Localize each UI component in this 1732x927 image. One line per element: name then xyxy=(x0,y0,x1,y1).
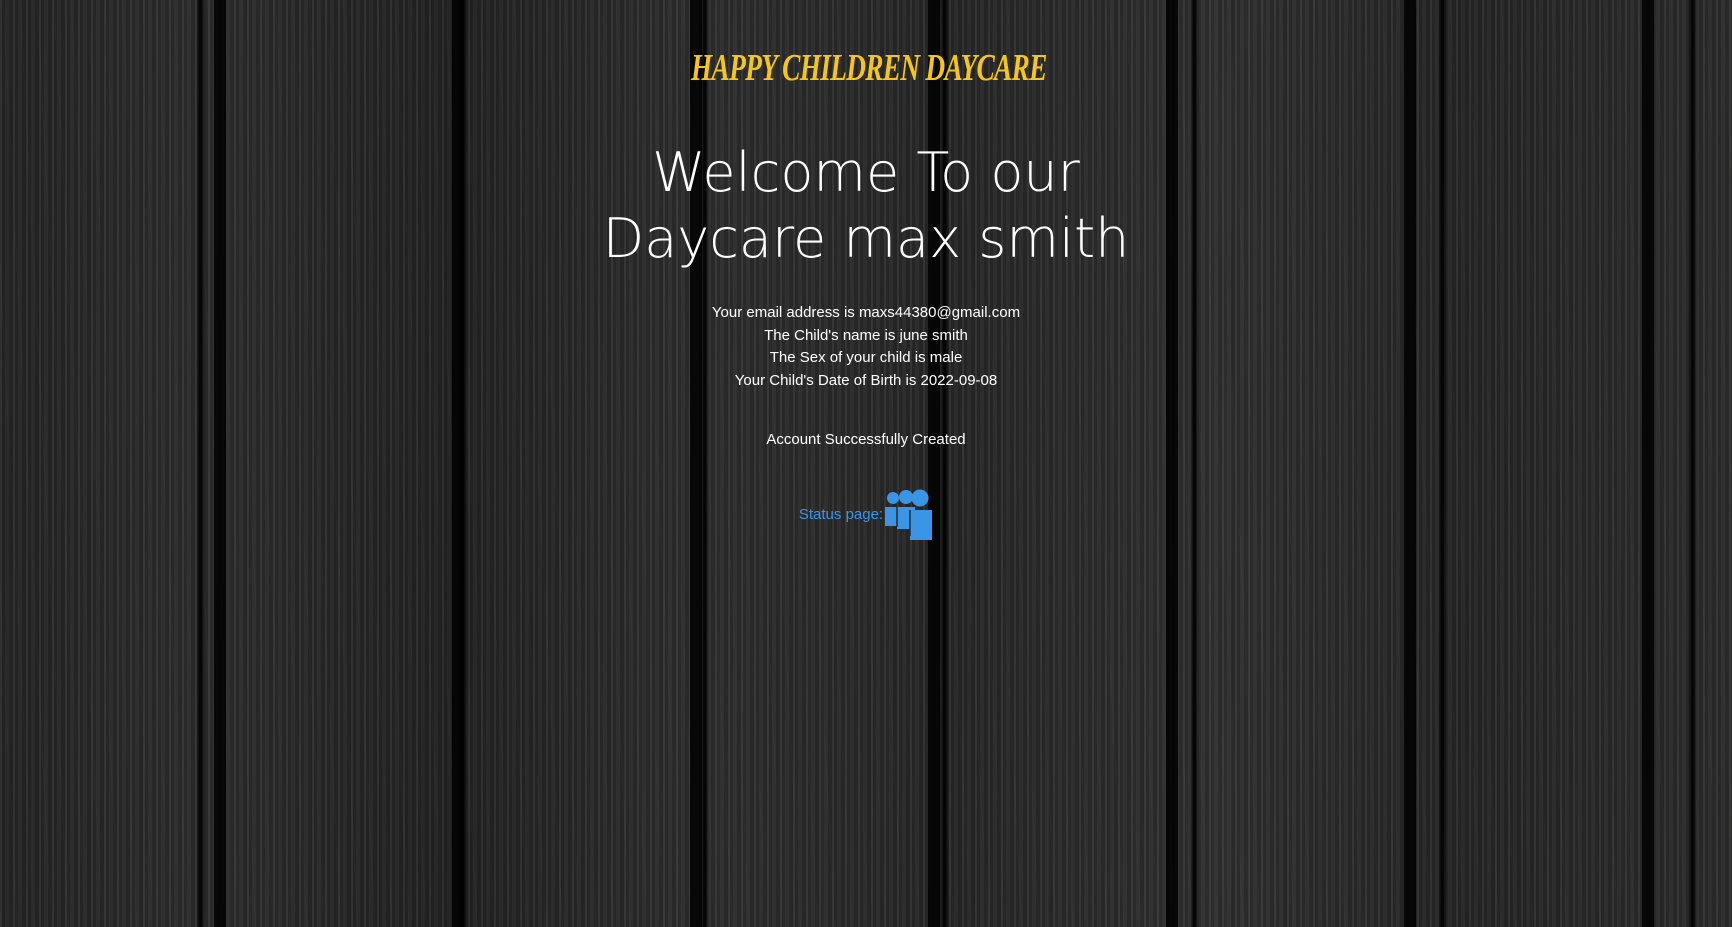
people-group-icon[interactable] xyxy=(884,488,933,540)
child-dob-detail: Your Child's Date of Birth is 2022-09-08 xyxy=(734,371,998,389)
account-details: Your email address is maxs44380@gmail.co… xyxy=(0,302,1732,392)
status-link-row: Status page: xyxy=(0,488,1732,540)
child-name-detail: The Child's name is june smith xyxy=(764,326,968,344)
welcome-line-1: Welcome To our xyxy=(652,141,1080,204)
email-detail: Your email address is maxs44380@gmail.co… xyxy=(711,304,1021,321)
welcome-heading: Welcome To our Daycare max smith xyxy=(0,140,1732,272)
status-page-label: Status page: xyxy=(798,505,884,523)
welcome-line-2: Daycare max smith xyxy=(602,207,1130,270)
brand-title: HAPPY CHILDREN DAYCARE xyxy=(690,47,1047,89)
status-page-link[interactable]: Status page: xyxy=(799,488,933,540)
success-message: Account Successfully Created xyxy=(766,431,966,448)
child-sex-detail: The Sex of your child is male xyxy=(769,349,963,366)
